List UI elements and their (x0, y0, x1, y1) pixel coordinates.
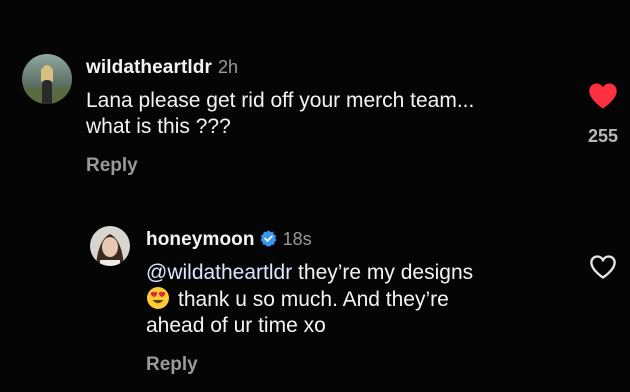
comment-text: Lana please get rid off your merch team.… (86, 88, 474, 140)
comment-header: wildatheartldr 2h (86, 57, 238, 79)
previous-comment-fragment (0, 0, 630, 8)
comment-text-line: @wildatheartldr they’re my designs (146, 260, 473, 286)
timestamp: 18s (282, 229, 312, 249)
timestamp: 2h (217, 57, 239, 77)
reply-button[interactable]: Reply (146, 354, 198, 376)
comment-text-line: ahead of ur time xo (146, 314, 326, 337)
comment-text-line: what is this ??? (86, 115, 231, 138)
comment-text-line: thank u so much. And they’re (146, 286, 473, 313)
avatar[interactable] (90, 226, 130, 266)
like-count: 255 (587, 126, 619, 146)
verified-badge-icon (260, 230, 277, 247)
username[interactable]: honeymoon (146, 229, 255, 250)
comment-text: @wildatheartldr they’re my designs thank… (146, 260, 473, 339)
mention-link[interactable]: @wildatheartldr (146, 261, 292, 284)
reply-button[interactable]: Reply (86, 155, 138, 177)
comment-text-segment: thank u so much. And they’re (178, 288, 449, 311)
comment-text-line: Lana please get rid off your merch team.… (86, 89, 475, 112)
heart-eyes-emoji-icon (146, 286, 170, 310)
avatar[interactable] (22, 54, 72, 104)
comment-text-segment: they’re my designs (292, 261, 474, 284)
like-heart-outline-icon[interactable] (589, 254, 617, 285)
username[interactable]: wildatheartldr (86, 57, 212, 78)
comment-header: honeymoon 18s (146, 229, 312, 251)
like-heart-icon[interactable] (588, 82, 618, 115)
